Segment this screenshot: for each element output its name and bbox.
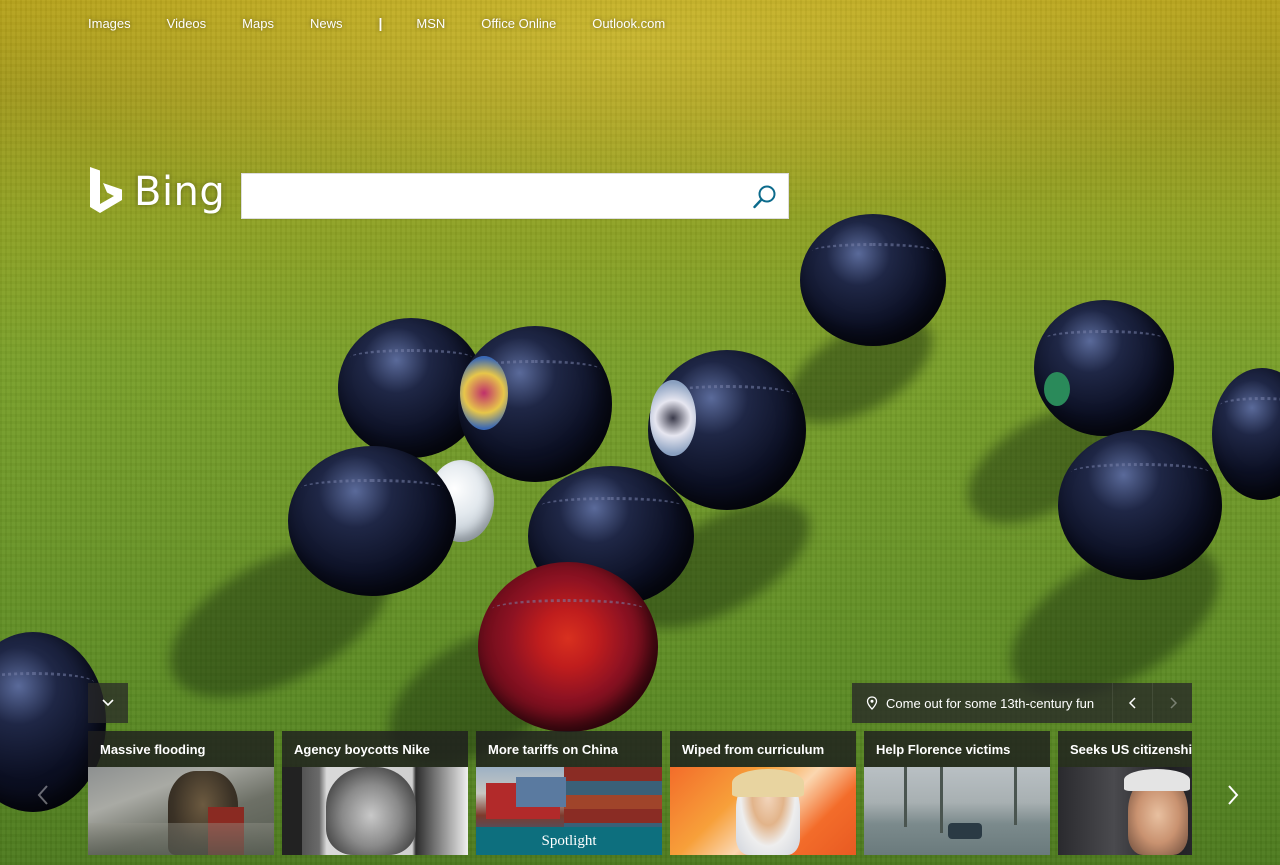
- spotlight-badge: Spotlight: [476, 827, 662, 855]
- chevron-left-icon: [1128, 697, 1136, 709]
- news-tile-image: [1058, 767, 1192, 855]
- location-pin-icon: [866, 696, 878, 710]
- news-tile[interactable]: Help Florence victims: [864, 731, 1050, 855]
- chevron-right-icon: [1169, 697, 1177, 709]
- search-box: [241, 173, 789, 219]
- lawn-bowl: [288, 446, 456, 596]
- news-tile-title: Massive flooding: [88, 731, 274, 767]
- news-tile[interactable]: Seeks US citizenship: [1058, 731, 1192, 855]
- chevron-left-icon: [37, 785, 48, 805]
- image-caption-link[interactable]: Come out for some 13th-century fun: [852, 683, 1112, 723]
- top-nav: Images Videos Maps News | MSN Office Onl…: [88, 14, 701, 32]
- bowl-badge: [460, 356, 508, 430]
- nav-link-images[interactable]: Images: [88, 16, 131, 31]
- news-tile-title: Agency boycotts Nike: [282, 731, 468, 767]
- chevron-down-icon: [102, 699, 114, 707]
- bing-logo[interactable]: Bing: [88, 166, 225, 218]
- news-tile[interactable]: Massive flooding: [88, 731, 274, 855]
- news-tile-image: [670, 767, 856, 855]
- nav-link-maps[interactable]: Maps: [242, 16, 274, 31]
- search-input[interactable]: [242, 174, 742, 218]
- news-carousel: Massive flooding Agency boycotts Nike Mo…: [88, 731, 1192, 855]
- chevron-right-icon: [1228, 785, 1239, 805]
- news-prev-button[interactable]: [28, 775, 58, 815]
- news-tile-title: Wiped from curriculum: [670, 731, 856, 767]
- image-caption-text: Come out for some 13th-century fun: [886, 695, 1095, 711]
- next-image-button[interactable]: [1152, 683, 1192, 723]
- nav-link-office-online[interactable]: Office Online: [481, 16, 556, 31]
- news-tile[interactable]: Agency boycotts Nike: [282, 731, 468, 855]
- lawn-bowl: [1058, 430, 1222, 580]
- news-tile[interactable]: More tariffs on China Spotlight: [476, 731, 662, 855]
- news-next-button[interactable]: [1218, 775, 1248, 815]
- news-tile-title: More tariffs on China: [476, 731, 662, 767]
- search-button[interactable]: [750, 182, 780, 212]
- news-tile-image: [282, 767, 468, 855]
- lawn-bowl: [1034, 300, 1174, 436]
- image-caption-bar: Come out for some 13th-century fun: [852, 683, 1192, 723]
- collapse-news-button[interactable]: [88, 683, 128, 723]
- news-tile-title: Seeks US citizenship: [1058, 731, 1192, 767]
- news-tile-image: Spotlight: [476, 767, 662, 855]
- bowl-badge: [1044, 372, 1070, 406]
- bing-logo-text: Bing: [134, 169, 226, 215]
- news-tile-image: [88, 767, 274, 855]
- bing-logo-icon: [90, 167, 122, 213]
- nav-link-outlook[interactable]: Outlook.com: [592, 16, 665, 31]
- nav-link-msn[interactable]: MSN: [416, 16, 445, 31]
- lawn-bowl: [800, 214, 946, 346]
- nav-link-videos[interactable]: Videos: [167, 16, 207, 31]
- previous-image-button[interactable]: [1112, 683, 1152, 723]
- bowl-badge: [650, 380, 696, 456]
- news-tile[interactable]: Wiped from curriculum: [670, 731, 856, 855]
- nav-separator: |: [378, 15, 383, 31]
- news-tile-title: Help Florence victims: [864, 731, 1050, 767]
- news-tile-image: [864, 767, 1050, 855]
- nav-link-news[interactable]: News: [310, 16, 343, 31]
- search-icon: [753, 185, 776, 209]
- lawn-bowl-red: [478, 562, 658, 732]
